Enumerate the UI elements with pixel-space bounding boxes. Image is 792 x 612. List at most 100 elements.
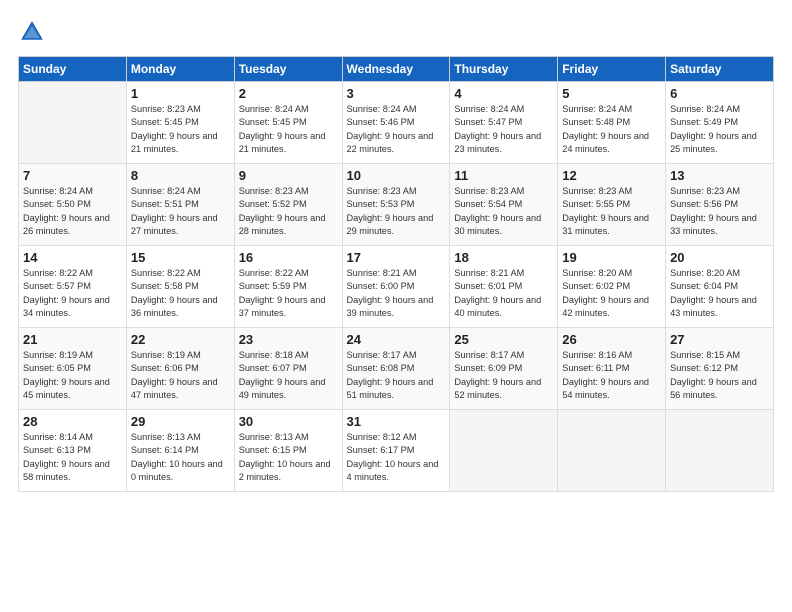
- day-info: Sunrise: 8:22 AMSunset: 5:58 PMDaylight:…: [131, 267, 230, 320]
- calendar-cell: 24Sunrise: 8:17 AMSunset: 6:08 PMDayligh…: [342, 328, 450, 410]
- day-number: 13: [670, 168, 769, 183]
- day-header-saturday: Saturday: [666, 57, 774, 82]
- day-number: 21: [23, 332, 122, 347]
- day-number: 28: [23, 414, 122, 429]
- day-number: 20: [670, 250, 769, 265]
- calendar-cell: 8Sunrise: 8:24 AMSunset: 5:51 PMDaylight…: [126, 164, 234, 246]
- calendar-cell: 12Sunrise: 8:23 AMSunset: 5:55 PMDayligh…: [558, 164, 666, 246]
- day-number: 19: [562, 250, 661, 265]
- calendar-cell: 26 Sunrise: 8:16 AMSunset: 6:11 PMDayligh…: [558, 328, 666, 410]
- calendar-cell: 3Sunrise: 8:24 AMSunset: 5:46 PMDaylight…: [342, 82, 450, 164]
- day-info: Sunrise: 8:13 AMSunset: 6:14 PMDaylight:…: [131, 431, 230, 484]
- day-info: Sunrise: 8:23 AMSunset: 5:56 PMDaylight:…: [670, 185, 769, 238]
- calendar-cell: 31 Sunrise: 8:12 AMSunset: 6:17 PMDayligh…: [342, 410, 450, 492]
- day-info: Sunrise: 8:14 AMSunset: 6:13 PMDaylight:…: [23, 431, 122, 484]
- logo: [18, 18, 50, 46]
- page: SundayMondayTuesdayWednesdayThursdayFrid…: [0, 0, 792, 612]
- calendar-cell: 2 Sunrise: 8:24 AMSunset: 5:45 PMDaylight…: [234, 82, 342, 164]
- day-number: 10: [347, 168, 446, 183]
- day-info: Sunrise: 8:16 AMSunset: 6:11 PMDaylight:…: [562, 349, 661, 402]
- logo-icon: [18, 18, 46, 46]
- calendar-table: SundayMondayTuesdayWednesdayThursdayFrid…: [18, 56, 774, 492]
- day-header-sunday: Sunday: [19, 57, 127, 82]
- day-info: Sunrise: 8:13 AMSunset: 6:15 PMDaylight:…: [239, 431, 338, 484]
- day-header-thursday: Thursday: [450, 57, 558, 82]
- day-info: Sunrise: 8:19 AMSunset: 6:06 PMDaylight:…: [131, 349, 230, 402]
- day-info: Sunrise: 8:15 AMSunset: 6:12 PMDaylight:…: [670, 349, 769, 402]
- day-info: Sunrise: 8:21 AMSunset: 6:01 PMDaylight:…: [454, 267, 553, 320]
- calendar-cell: 16Sunrise: 8:22 AMSunset: 5:59 PMDayligh…: [234, 246, 342, 328]
- day-number: 5: [562, 86, 661, 101]
- week-row-2: 7 Sunrise: 8:24 AMSunset: 5:50 PMDaylight…: [19, 164, 774, 246]
- day-info: Sunrise: 8:22 AMSunset: 5:57 PMDaylight:…: [23, 267, 122, 320]
- day-info: Sunrise: 8:20 AMSunset: 6:04 PMDaylight:…: [670, 267, 769, 320]
- day-info: Sunrise: 8:17 AMSunset: 6:08 PMDaylight:…: [347, 349, 446, 402]
- calendar-cell: 6 Sunrise: 8:24 AMSunset: 5:49 PMDaylight…: [666, 82, 774, 164]
- day-number: 16: [239, 250, 338, 265]
- day-number: 26: [562, 332, 661, 347]
- day-info: Sunrise: 8:17 AMSunset: 6:09 PMDaylight:…: [454, 349, 553, 402]
- day-number: 27: [670, 332, 769, 347]
- calendar-cell: 28 Sunrise: 8:14 AMSunset: 6:13 PMDayligh…: [19, 410, 127, 492]
- day-number: 17: [347, 250, 446, 265]
- day-number: 14: [23, 250, 122, 265]
- calendar-cell: [558, 410, 666, 492]
- calendar-cell: 7 Sunrise: 8:24 AMSunset: 5:50 PMDaylight…: [19, 164, 127, 246]
- day-number: 7: [23, 168, 122, 183]
- day-header-tuesday: Tuesday: [234, 57, 342, 82]
- calendar-cell: 17 Sunrise: 8:21 AMSunset: 6:00 PMDayligh…: [342, 246, 450, 328]
- day-info: Sunrise: 8:23 AMSunset: 5:53 PMDaylight:…: [347, 185, 446, 238]
- calendar-cell: 11 Sunrise: 8:23 AMSunset: 5:54 PMDayligh…: [450, 164, 558, 246]
- day-header-friday: Friday: [558, 57, 666, 82]
- day-number: 11: [454, 168, 553, 183]
- day-info: Sunrise: 8:23 AMSunset: 5:45 PMDaylight:…: [131, 103, 230, 156]
- calendar-cell: 15 Sunrise: 8:22 AMSunset: 5:58 PMDayligh…: [126, 246, 234, 328]
- calendar-cell: 20 Sunrise: 8:20 AMSunset: 6:04 PMDayligh…: [666, 246, 774, 328]
- day-info: Sunrise: 8:23 AMSunset: 5:52 PMDaylight:…: [239, 185, 338, 238]
- day-number: 4: [454, 86, 553, 101]
- day-number: 8: [131, 168, 230, 183]
- calendar-cell: 29Sunrise: 8:13 AMSunset: 6:14 PMDayligh…: [126, 410, 234, 492]
- day-info: Sunrise: 8:23 AMSunset: 5:54 PMDaylight:…: [454, 185, 553, 238]
- header: [18, 18, 774, 46]
- calendar-cell: [19, 82, 127, 164]
- week-row-5: 28 Sunrise: 8:14 AMSunset: 6:13 PMDayligh…: [19, 410, 774, 492]
- day-number: 1: [131, 86, 230, 101]
- day-info: Sunrise: 8:19 AMSunset: 6:05 PMDaylight:…: [23, 349, 122, 402]
- calendar-cell: 21 Sunrise: 8:19 AMSunset: 6:05 PMDayligh…: [19, 328, 127, 410]
- day-number: 31: [347, 414, 446, 429]
- day-info: Sunrise: 8:24 AMSunset: 5:49 PMDaylight:…: [670, 103, 769, 156]
- day-info: Sunrise: 8:24 AMSunset: 5:45 PMDaylight:…: [239, 103, 338, 156]
- calendar-cell: 30 Sunrise: 8:13 AMSunset: 6:15 PMDayligh…: [234, 410, 342, 492]
- calendar-cell: [450, 410, 558, 492]
- week-row-4: 21 Sunrise: 8:19 AMSunset: 6:05 PMDayligh…: [19, 328, 774, 410]
- day-header-monday: Monday: [126, 57, 234, 82]
- day-number: 9: [239, 168, 338, 183]
- day-info: Sunrise: 8:23 AMSunset: 5:55 PMDaylight:…: [562, 185, 661, 238]
- header-row: SundayMondayTuesdayWednesdayThursdayFrid…: [19, 57, 774, 82]
- calendar-cell: 18Sunrise: 8:21 AMSunset: 6:01 PMDayligh…: [450, 246, 558, 328]
- day-number: 2: [239, 86, 338, 101]
- calendar-cell: 27 Sunrise: 8:15 AMSunset: 6:12 PMDayligh…: [666, 328, 774, 410]
- calendar-cell: 19 Sunrise: 8:20 AMSunset: 6:02 PMDayligh…: [558, 246, 666, 328]
- day-number: 6: [670, 86, 769, 101]
- calendar-cell: 14 Sunrise: 8:22 AMSunset: 5:57 PMDayligh…: [19, 246, 127, 328]
- day-number: 25: [454, 332, 553, 347]
- day-info: Sunrise: 8:24 AMSunset: 5:50 PMDaylight:…: [23, 185, 122, 238]
- calendar-cell: 5 Sunrise: 8:24 AMSunset: 5:48 PMDaylight…: [558, 82, 666, 164]
- calendar-cell: 13 Sunrise: 8:23 AMSunset: 5:56 PMDayligh…: [666, 164, 774, 246]
- week-row-1: 1 Sunrise: 8:23 AMSunset: 5:45 PMDaylight…: [19, 82, 774, 164]
- day-number: 30: [239, 414, 338, 429]
- day-header-wednesday: Wednesday: [342, 57, 450, 82]
- calendar-cell: 1 Sunrise: 8:23 AMSunset: 5:45 PMDaylight…: [126, 82, 234, 164]
- day-info: Sunrise: 8:12 AMSunset: 6:17 PMDaylight:…: [347, 431, 446, 484]
- day-number: 22: [131, 332, 230, 347]
- day-info: Sunrise: 8:21 AMSunset: 6:00 PMDaylight:…: [347, 267, 446, 320]
- day-info: Sunrise: 8:24 AMSunset: 5:48 PMDaylight:…: [562, 103, 661, 156]
- day-number: 15: [131, 250, 230, 265]
- calendar-cell: 10 Sunrise: 8:23 AMSunset: 5:53 PMDayligh…: [342, 164, 450, 246]
- day-info: Sunrise: 8:24 AMSunset: 5:47 PMDaylight:…: [454, 103, 553, 156]
- calendar-cell: 9 Sunrise: 8:23 AMSunset: 5:52 PMDaylight…: [234, 164, 342, 246]
- calendar-cell: 23Sunrise: 8:18 AMSunset: 6:07 PMDayligh…: [234, 328, 342, 410]
- day-info: Sunrise: 8:20 AMSunset: 6:02 PMDaylight:…: [562, 267, 661, 320]
